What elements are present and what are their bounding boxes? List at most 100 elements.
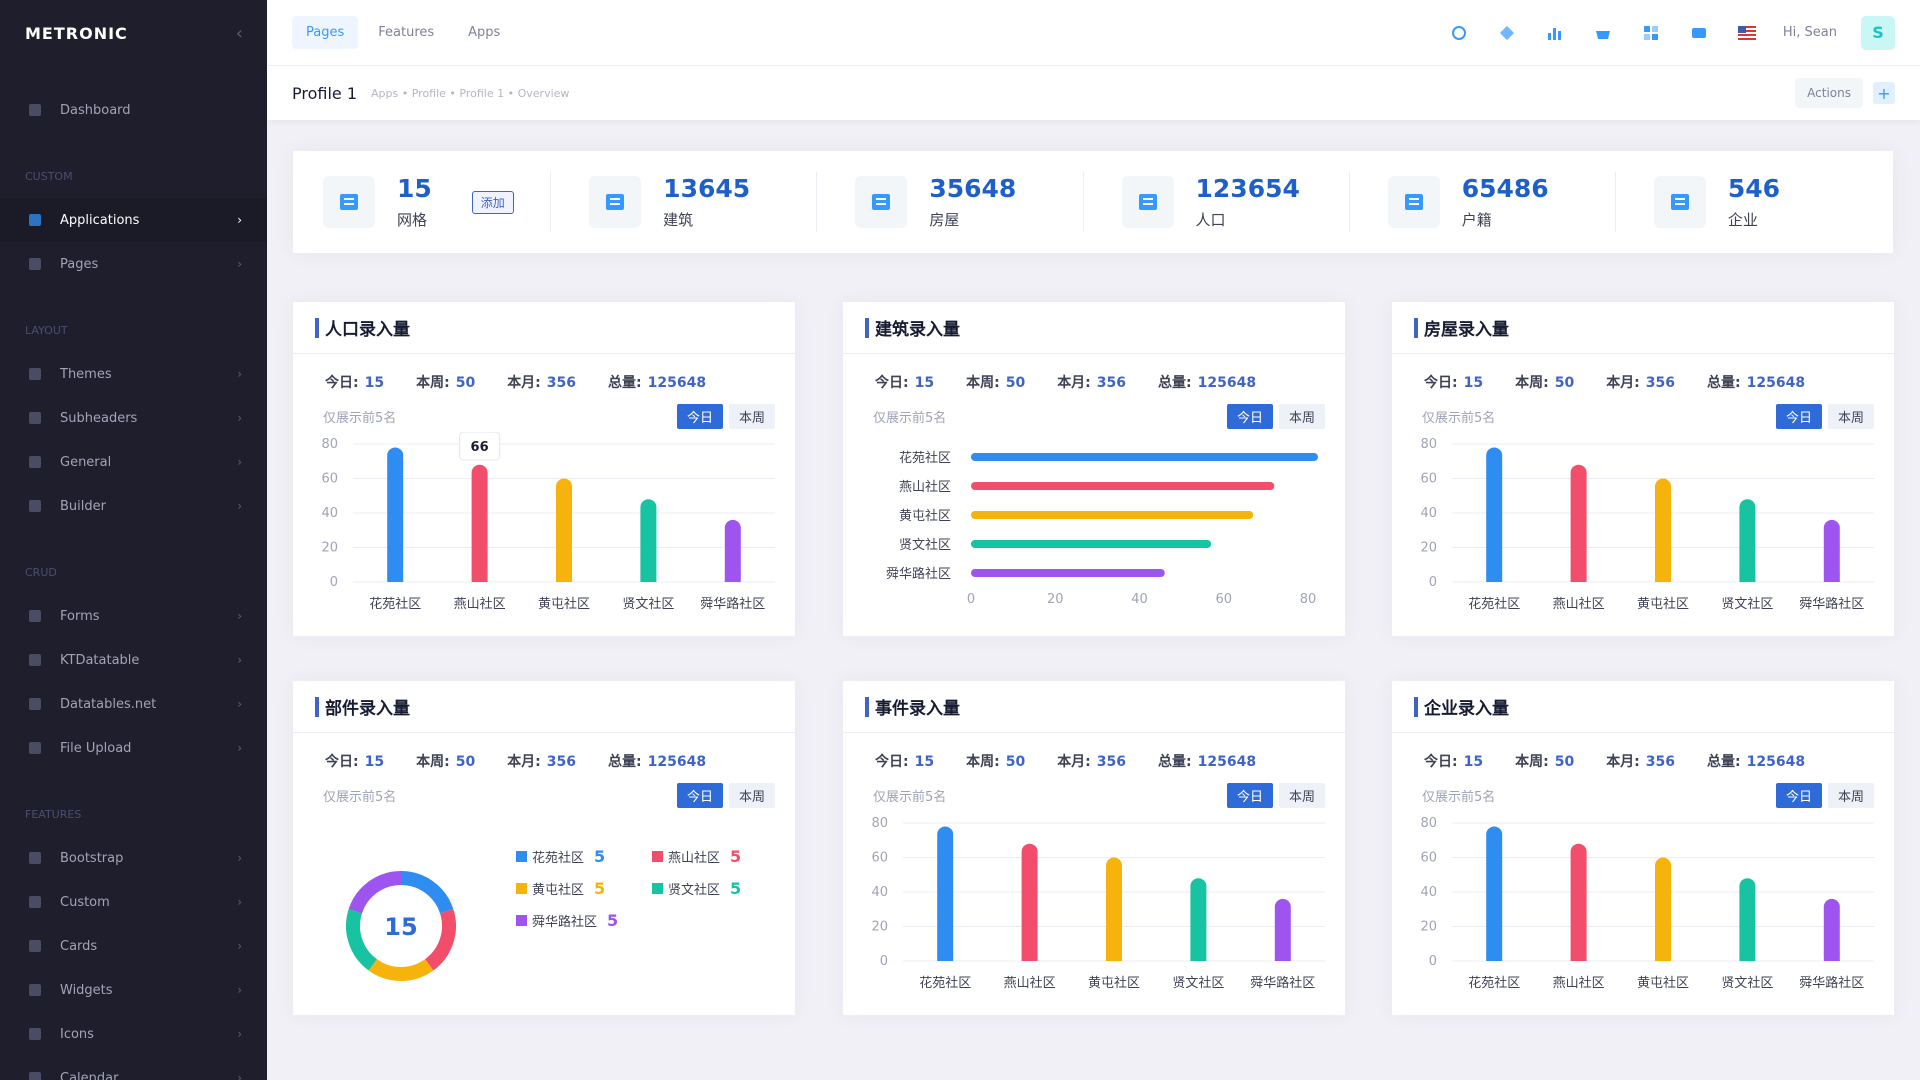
breadcrumb-item[interactable]: Overview <box>518 87 570 100</box>
sidebar-item-general[interactable]: General › <box>0 440 267 484</box>
today-button[interactable]: 今日 <box>1226 783 1273 808</box>
card-header: 建筑录入量 <box>843 302 1345 354</box>
stat-text: 35648 房屋 <box>929 174 1016 230</box>
y-tick-label: 60 <box>1420 851 1437 866</box>
card-stat: 本周: 50 <box>1515 751 1574 771</box>
today-button[interactable]: 今日 <box>1775 783 1822 808</box>
week-button[interactable]: 本周 <box>1827 783 1874 808</box>
sidebar-item-themes[interactable]: Themes › <box>0 352 267 396</box>
week-button[interactable]: 本周 <box>1278 783 1325 808</box>
chevron-left-icon[interactable]: ‹ <box>236 23 243 44</box>
card-stat-label: 今日: <box>875 754 909 770</box>
x-tick-label: 舜华路社区 <box>1250 975 1315 991</box>
bar-base <box>1486 953 1503 961</box>
sidebar-item-fileupload[interactable]: File Upload › <box>0 726 267 770</box>
add-button[interactable]: 添加 <box>471 190 514 214</box>
sidebar-item-builder[interactable]: Builder › <box>0 484 267 528</box>
legend-value: 5 <box>594 879 606 898</box>
hbar <box>971 540 1212 548</box>
actions-button[interactable]: Actions <box>1795 78 1863 108</box>
sidebar-item-subheaders[interactable]: Subheaders › <box>0 396 267 440</box>
breadcrumb-item[interactable]: Profile <box>412 87 446 100</box>
y-tick-label: 40 <box>1420 506 1437 521</box>
today-button[interactable]: 今日 <box>1775 404 1822 429</box>
x-tick-label: 花苑社区 <box>369 596 421 612</box>
flag-us-icon[interactable] <box>1735 21 1759 45</box>
x-tick-label: 贤文社区 <box>622 596 674 612</box>
sidebar-item-calendar[interactable]: Calendar › <box>0 1056 267 1080</box>
today-button[interactable]: 今日 <box>1226 404 1273 429</box>
sidebar-item-forms[interactable]: Forms › <box>0 594 267 638</box>
tab-features[interactable]: Features <box>364 16 448 49</box>
chart-icon[interactable] <box>1543 21 1567 45</box>
apps-icon[interactable] <box>1639 21 1663 45</box>
plus-icon[interactable]: + <box>1873 82 1895 104</box>
hbar-chart: 花苑社区燕山社区黄屯社区贤文社区舜华路社区 0 20 40 60 80 <box>886 450 1318 607</box>
stat-label: 网格 <box>397 211 428 229</box>
sidebar-item-applications[interactable]: Applications › <box>0 198 267 242</box>
sidebar-section: CUSTOM <box>25 170 73 183</box>
sidebar-item-dashboard[interactable]: Dashboard <box>0 88 267 132</box>
card-stat: 本周: 50 <box>966 372 1025 392</box>
sidebar-item-bootstrap[interactable]: Bootstrap › <box>0 836 267 880</box>
sidebar-item-datatablesnet[interactable]: Datatables.net › <box>0 682 267 726</box>
chevron-right-icon: › <box>237 1027 242 1041</box>
diamond-icon[interactable] <box>1495 21 1519 45</box>
card-stat-label: 今日: <box>875 375 909 391</box>
sidebar-item-cards[interactable]: Cards › <box>0 924 267 968</box>
x-tick-label: 60 <box>1215 592 1232 607</box>
today-button[interactable]: 今日 <box>676 783 723 808</box>
breadcrumb-item[interactable]: Apps <box>371 87 398 100</box>
topbar: Pages Features Apps Hi, Sean S <box>267 0 1920 66</box>
tab-pages[interactable]: Pages <box>292 16 359 49</box>
legend-item: 贤文社区 5 <box>652 879 741 898</box>
sidebar-item-widgets[interactable]: Widgets › <box>0 968 267 1012</box>
y-tick-label: 20 <box>871 920 888 935</box>
bank-icon <box>1653 176 1706 228</box>
card-stat-value: 15 <box>914 754 935 770</box>
x-tick-label: 舜华路社区 <box>1799 975 1864 991</box>
card-stat-label: 今日: <box>325 754 359 770</box>
avatar[interactable]: S <box>1861 15 1895 50</box>
sidebar-item-custom[interactable]: Custom › <box>0 880 267 924</box>
card-title: 人口录入量 <box>325 320 410 340</box>
x-tick-label: 燕山社区 <box>454 596 506 612</box>
card-header: 部件录入量 <box>293 681 795 733</box>
builder-icon <box>25 499 45 513</box>
sidebar-item-label: Applications <box>60 212 140 228</box>
search-icon[interactable] <box>1447 21 1471 45</box>
stat-item: 546 企业 <box>1616 172 1881 232</box>
card-stat-value: 50 <box>455 375 476 391</box>
card-stat-value: 50 <box>455 754 476 770</box>
sidebar-item-ktdatatable[interactable]: KTDatatable › <box>0 638 267 682</box>
breadcrumb-item[interactable]: Profile 1 <box>459 87 504 100</box>
week-button[interactable]: 本周 <box>728 404 775 429</box>
chat-icon[interactable] <box>1687 21 1711 45</box>
bar <box>1823 519 1840 582</box>
sidebar-item-pages[interactable]: Pages › <box>0 242 267 286</box>
chart-area: 0 20 40 60 80 花苑社区 燕山社区 黄屯社区 贤文社区 舜华路社区 <box>1392 811 1894 1015</box>
chevron-right-icon: › <box>237 851 242 865</box>
tab-apps[interactable]: Apps <box>454 16 514 49</box>
basket-icon[interactable] <box>1591 21 1615 45</box>
today-button[interactable]: 今日 <box>676 404 723 429</box>
week-button[interactable]: 本周 <box>1827 404 1874 429</box>
stat-label: 企业 <box>1727 211 1758 229</box>
stat-value: 35648 <box>929 174 1017 203</box>
chevron-right-icon: › <box>237 213 242 227</box>
card-stat-value: 50 <box>1005 375 1026 391</box>
stat-value: 65486 <box>1461 174 1549 203</box>
sidebar-section: CRUD <box>25 566 57 579</box>
week-button[interactable]: 本周 <box>728 783 775 808</box>
stat-item: 123654 人口 <box>1084 172 1350 232</box>
top5-note: 仅展示前5名 <box>323 790 397 805</box>
week-button[interactable]: 本周 <box>1278 404 1325 429</box>
legend-label: 黄屯社区 <box>532 883 585 898</box>
chevron-right-icon: › <box>237 455 242 469</box>
sidebar-item-icons[interactable]: Icons › <box>0 1012 267 1056</box>
chevron-right-icon: › <box>237 983 242 997</box>
x-tick-label: 0 <box>967 592 975 607</box>
chart-area: 15 花苑社区 5 燕山社区 5 黄屯社区 5 贤文社区 5 舜华路社区 5 <box>293 811 795 1015</box>
bar-base <box>1739 574 1756 582</box>
card-toolbar: 仅展示前5名 今日 本周 <box>1392 771 1894 808</box>
